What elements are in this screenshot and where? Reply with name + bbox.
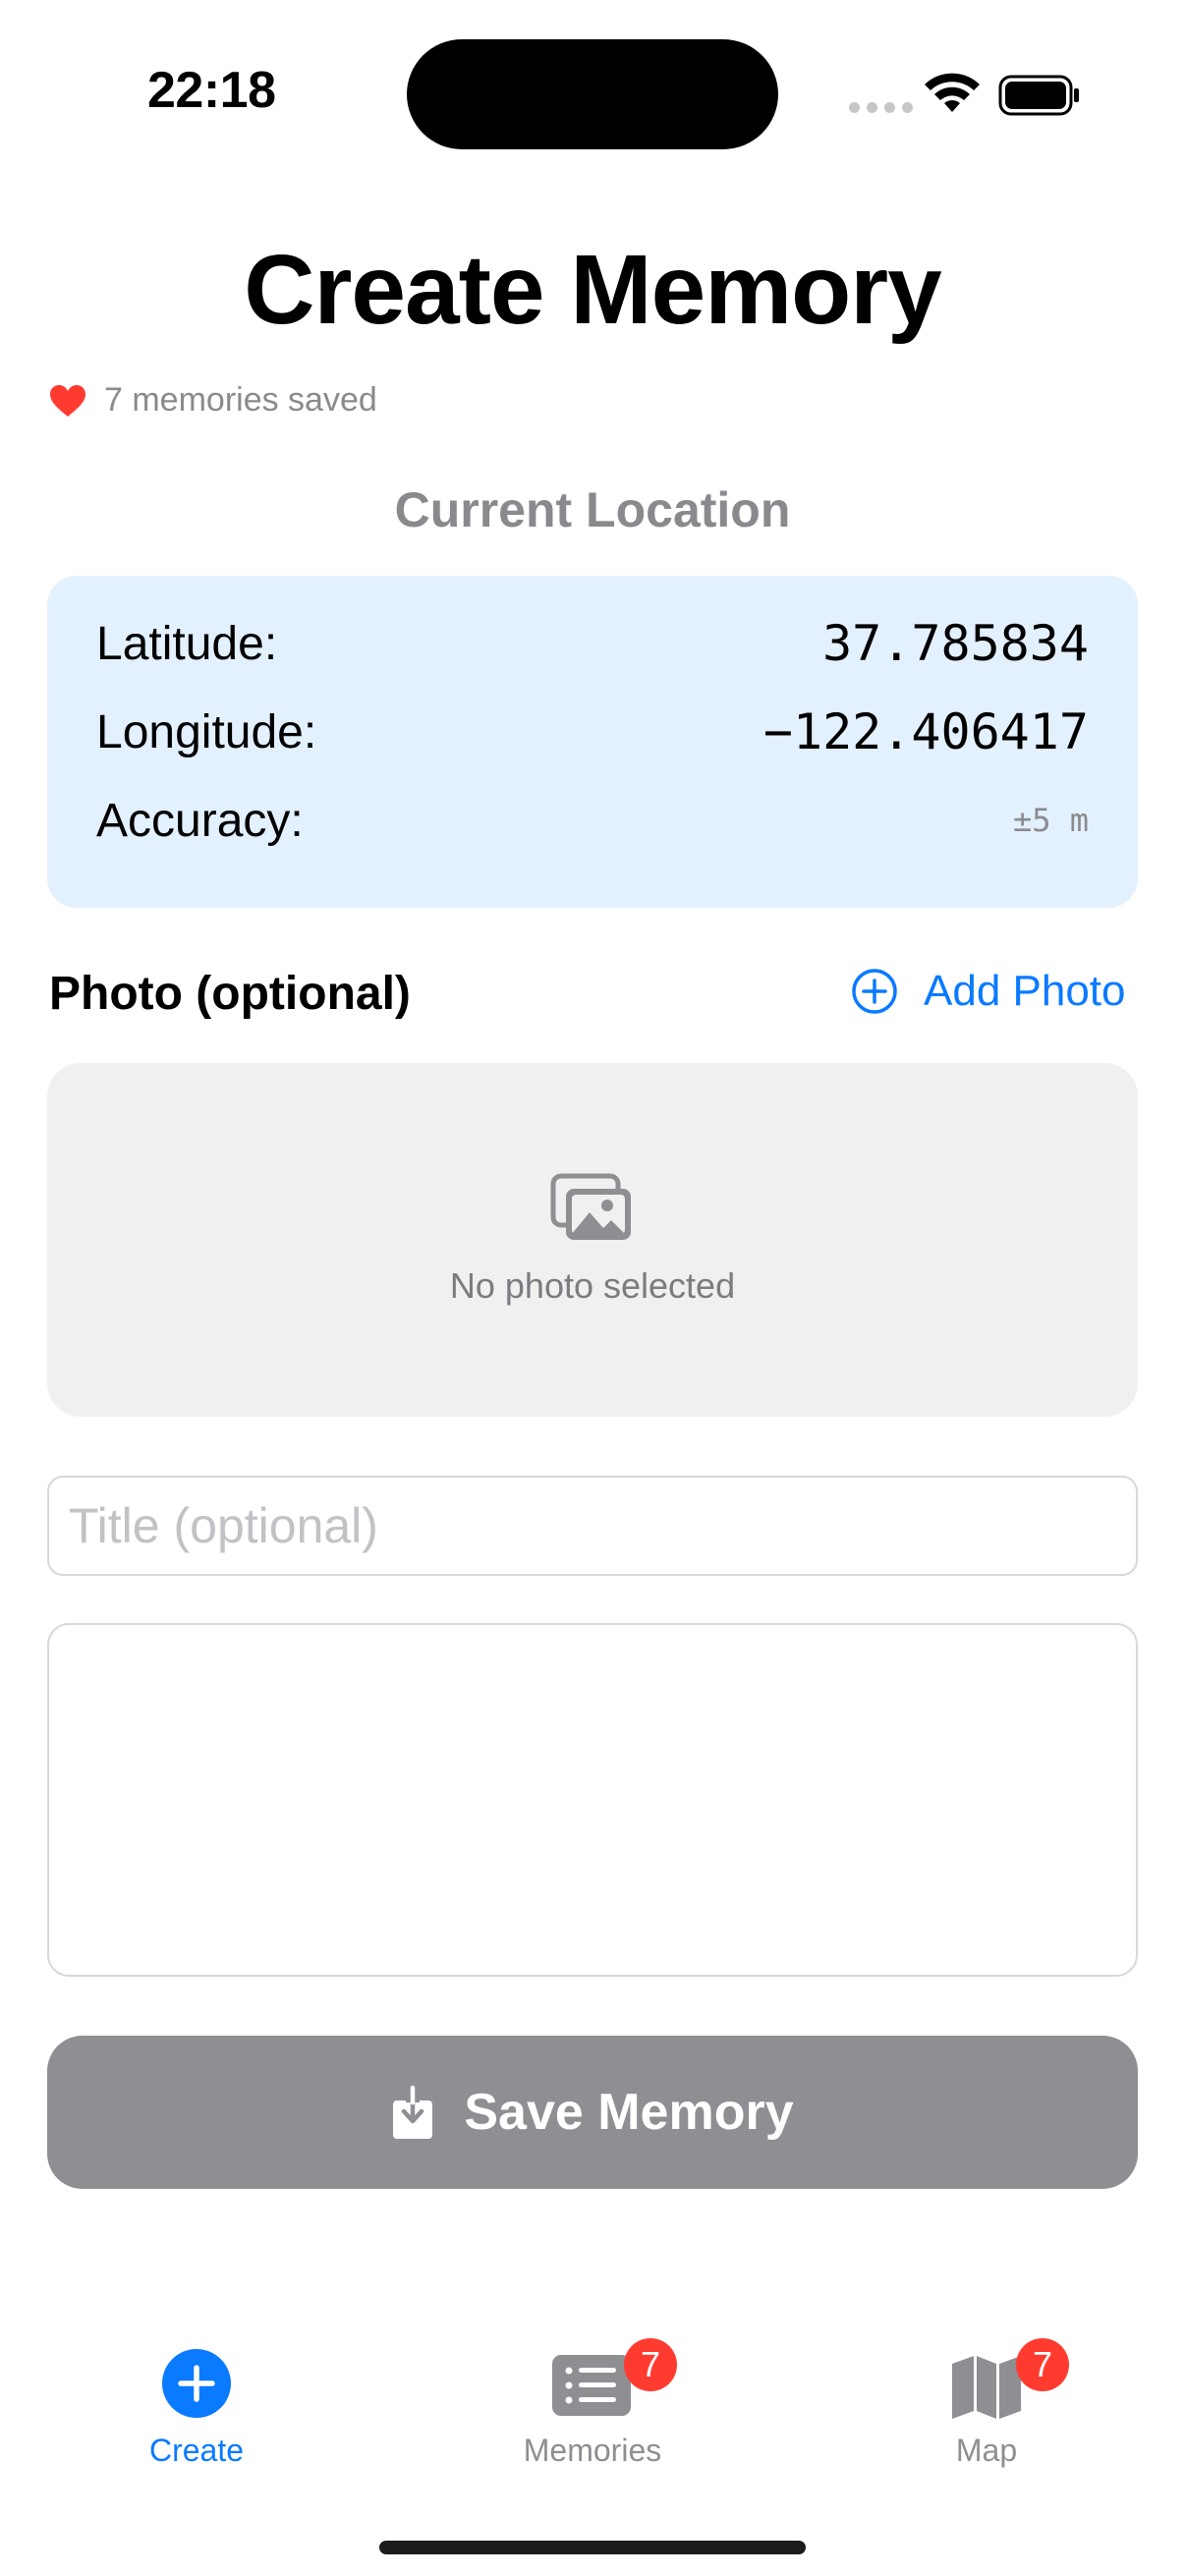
dynamic-island bbox=[407, 39, 778, 149]
photo-section-label: Photo (optional) bbox=[49, 968, 411, 1020]
memories-count: 7 memories saved bbox=[49, 381, 377, 420]
page-title: Create Memory bbox=[244, 235, 942, 345]
tab-create-label: Create bbox=[148, 2433, 245, 2468]
location-section-title: Current Location bbox=[394, 482, 791, 537]
longitude-value: −122.406417 bbox=[762, 703, 1089, 760]
latitude-row: Latitude: 37.785834 bbox=[96, 609, 1089, 678]
tab-map[interactable]: 7 Map bbox=[869, 2338, 1104, 2469]
save-memory-label: Save Memory bbox=[464, 2084, 794, 2141]
tab-map-label: Map bbox=[955, 2433, 1018, 2468]
photo-stack-icon bbox=[550, 1173, 631, 1240]
notes-input[interactable] bbox=[47, 1623, 1138, 1977]
map-icon bbox=[952, 2356, 1021, 2419]
heart-icon bbox=[50, 384, 85, 417]
add-photo-button[interactable]: Add Photo bbox=[851, 967, 1126, 1016]
longitude-label: Longitude: bbox=[96, 705, 317, 758]
photo-placeholder[interactable]: No photo selected bbox=[47, 1063, 1138, 1417]
add-photo-label: Add Photo bbox=[924, 967, 1126, 1015]
latitude-label: Latitude: bbox=[96, 617, 278, 670]
map-badge: 7 bbox=[1016, 2338, 1069, 2391]
longitude-row: Longitude: −122.406417 bbox=[96, 698, 1089, 766]
accuracy-value: ±5 m bbox=[1012, 802, 1089, 839]
status-time: 22:18 bbox=[147, 62, 276, 119]
tab-create[interactable]: Create bbox=[79, 2338, 314, 2469]
memories-badge: 7 bbox=[624, 2338, 677, 2391]
plus-circle-icon bbox=[852, 969, 897, 1014]
title-input[interactable] bbox=[47, 1476, 1138, 1576]
latitude-value: 37.785834 bbox=[822, 615, 1089, 672]
accuracy-row: Accuracy: ±5 m bbox=[96, 786, 1089, 855]
list-icon bbox=[552, 2355, 631, 2416]
save-download-icon bbox=[393, 2085, 433, 2139]
accuracy-label: Accuracy: bbox=[96, 794, 304, 847]
location-card: Latitude: 37.785834 Longitude: −122.4064… bbox=[47, 576, 1138, 908]
save-memory-button[interactable]: Save Memory bbox=[47, 2036, 1138, 2189]
no-photo-text: No photo selected bbox=[449, 1265, 736, 1306]
plus-circle-fill-icon bbox=[162, 2349, 231, 2418]
tab-memories[interactable]: 7 Memories bbox=[475, 2338, 710, 2469]
tab-memories-label: Memories bbox=[523, 2433, 662, 2468]
memories-saved-label: 7 memories saved bbox=[104, 381, 377, 419]
wifi-icon bbox=[925, 73, 980, 112]
battery-icon bbox=[998, 75, 1079, 116]
cellular-signal-icon bbox=[849, 102, 913, 113]
home-indicator bbox=[379, 2541, 806, 2554]
